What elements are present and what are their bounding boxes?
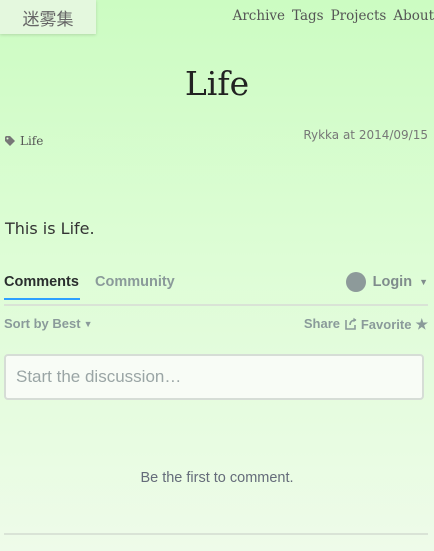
sort-dropdown[interactable]: Sort by Best ▼ <box>4 316 93 331</box>
share-button[interactable]: Share <box>304 316 358 331</box>
sort-label: Sort by Best <box>4 316 81 331</box>
favorite-label: Favorite <box>360 317 412 332</box>
nav-archive[interactable]: Archive <box>233 8 285 24</box>
comments-tabs: Comments Community Login ▼ <box>4 270 428 306</box>
avatar <box>345 272 366 292</box>
page-title: Life <box>184 64 250 103</box>
site-logo[interactable]: 迷雾集 <box>0 0 96 34</box>
post-body: This is Life. <box>5 219 95 238</box>
share-label: Share <box>303 316 340 331</box>
divider <box>4 533 428 535</box>
chevron-down-icon: ▼ <box>83 318 93 329</box>
share-icon <box>345 317 357 330</box>
comment-input[interactable] <box>4 354 424 400</box>
post-meta: Rykka at 2014/09/15 <box>303 128 428 142</box>
post-tag[interactable]: Life <box>5 134 43 148</box>
nav-about[interactable]: About <box>393 8 434 24</box>
empty-state-text: Be the first to comment. <box>140 470 294 486</box>
nav-projects[interactable]: Projects <box>331 8 387 24</box>
star-icon: ★ <box>415 316 428 332</box>
login-button[interactable]: Login ▼ <box>345 272 428 292</box>
login-label: Login <box>372 274 413 290</box>
tag-icon <box>5 136 15 146</box>
tab-comments[interactable]: Comments <box>4 274 80 300</box>
post-tag-label: Life <box>20 134 44 148</box>
chevron-down-icon: ▼ <box>419 277 428 287</box>
comments-toolbar: Sort by Best ▼ Share Favorite ★ <box>4 316 428 334</box>
tab-community[interactable]: Community <box>95 274 175 290</box>
nav-tags[interactable]: Tags <box>292 8 324 24</box>
top-nav: Archive Tags Projects About <box>233 8 434 24</box>
site-logo-text: 迷雾集 <box>22 9 74 30</box>
favorite-button[interactable]: Favorite ★ <box>361 316 428 333</box>
